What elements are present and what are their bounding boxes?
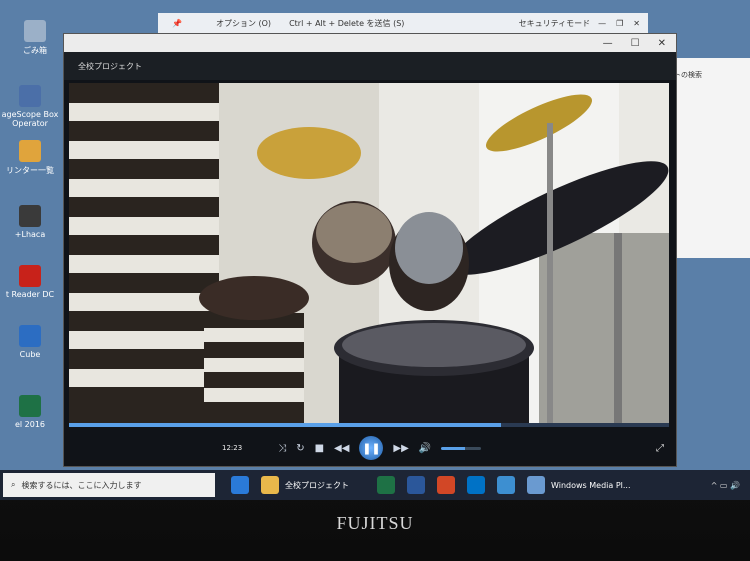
powerpoint-icon[interactable]: [437, 476, 455, 494]
app-icon: [19, 85, 41, 107]
remote-desktop-bar[interactable]: 📌 オプション (O) Ctrl + Alt + Delete を送信 (S) …: [158, 13, 648, 33]
rdp-send-cad[interactable]: Ctrl + Alt + Delete を送信 (S): [289, 18, 404, 29]
pin-icon[interactable]: 📌: [172, 19, 182, 28]
taskbar-folder-label[interactable]: 全校プロジェクト: [285, 480, 349, 491]
media-player-window[interactable]: — ☐ ✕ 全校プロジェクト 12:23 ⤨ ↻ ■ ◀◀ ❚❚ ▶▶ 🔊 ⤢: [63, 33, 677, 467]
search-placeholder: 検索するには、ここに入力します: [21, 480, 142, 490]
cube-icon: [19, 325, 41, 347]
excel-icon: [19, 395, 41, 417]
desktop-icon-printer-list[interactable]: リンター一覧: [0, 140, 60, 176]
close-icon[interactable]: ✕: [658, 38, 666, 49]
edge-icon[interactable]: [231, 476, 249, 494]
rdp-options-menu[interactable]: オプション (O): [216, 18, 271, 29]
desktop-icon-label: el 2016: [14, 420, 46, 429]
next-icon[interactable]: ▶▶: [393, 443, 408, 454]
seek-bar-fill: [69, 423, 501, 427]
desktop-icon-lhaca[interactable]: +Lhaca: [0, 205, 60, 239]
word-icon[interactable]: [407, 476, 425, 494]
search-icon: ⌕: [11, 480, 16, 489]
maximize-icon[interactable]: ☐: [631, 38, 640, 49]
brand-logo: FUJITSU: [336, 513, 414, 533]
taskbar: ⌕ 検索するには、ここに入力します 全校プロジェクト Windows Media…: [0, 470, 750, 500]
stop-icon[interactable]: ■: [315, 443, 324, 454]
wmp-title: 全校プロジェクト: [78, 61, 142, 71]
desktop-icon-cube[interactable]: Cube: [0, 325, 60, 359]
desktop-icon-excel[interactable]: el 2016: [0, 395, 60, 429]
desktop-icon-label: t Reader DC: [5, 290, 55, 299]
shuffle-icon[interactable]: ⤨: [278, 443, 286, 454]
repeat-icon[interactable]: ↻: [296, 443, 304, 454]
fullscreen-icon[interactable]: ⤢: [656, 443, 664, 454]
rdp-mode-label: セキュリティモード: [518, 18, 591, 28]
pause-button[interactable]: ❚❚: [359, 436, 384, 460]
taskbar-wmp-label[interactable]: Windows Media Pl...: [551, 481, 631, 490]
archive-icon: [19, 205, 41, 227]
volume-slider[interactable]: [441, 446, 482, 450]
maximize-icon[interactable]: ❐: [616, 19, 623, 28]
excel-icon[interactable]: [377, 476, 395, 494]
desktop-icon-label: Cube: [19, 350, 41, 359]
folder-icon[interactable]: [261, 476, 279, 494]
elapsed-time: 12:23: [222, 444, 243, 452]
desktop-screen: ごみ箱 ageScope Box Operator リンター一覧 +Lhaca …: [0, 0, 750, 500]
video-frame[interactable]: [69, 83, 669, 423]
rdp-window-controls[interactable]: — ❐ ✕: [598, 19, 648, 28]
desktop-icon-recycle-bin[interactable]: ごみ箱: [5, 20, 65, 56]
seek-bar[interactable]: [69, 423, 669, 427]
media-player-icon[interactable]: [527, 476, 545, 494]
ie-icon[interactable]: [497, 476, 515, 494]
wmp-window-controls[interactable]: — ☐ ✕: [603, 38, 676, 49]
system-tray[interactable]: ^ ▭ 🔊: [711, 481, 740, 490]
minimize-icon[interactable]: —: [603, 38, 613, 49]
desktop-icon-imagescope[interactable]: ageScope Box Operator: [0, 85, 60, 128]
taskbar-search[interactable]: ⌕ 検索するには、ここに入力します: [3, 473, 215, 497]
wmp-now-playing: 全校プロジェクト: [64, 52, 676, 80]
folder-icon: [19, 140, 41, 162]
previous-icon[interactable]: ◀◀: [334, 443, 349, 454]
desktop-icon-acrobat-reader[interactable]: t Reader DC: [0, 265, 60, 299]
desktop-icon-label: ごみ箱: [23, 46, 47, 55]
recycle-bin-icon: [24, 20, 46, 42]
wmp-titlebar: — ☐ ✕: [64, 34, 676, 52]
desktop-icon-label: ageScope Box Operator: [1, 110, 59, 128]
playback-controls: 12:23 ⤨ ↻ ■ ◀◀ ❚❚ ▶▶ 🔊 ⤢: [64, 430, 676, 466]
close-icon[interactable]: ✕: [633, 19, 640, 28]
video-image: [69, 83, 669, 423]
desktop-icon-label: +Lhaca: [14, 230, 46, 239]
minimize-icon[interactable]: —: [598, 19, 606, 28]
outlook-icon[interactable]: [467, 476, 485, 494]
volume-icon[interactable]: 🔊: [419, 443, 431, 454]
desktop-icon-label: リンター一覧: [6, 166, 54, 175]
pdf-icon: [19, 265, 41, 287]
